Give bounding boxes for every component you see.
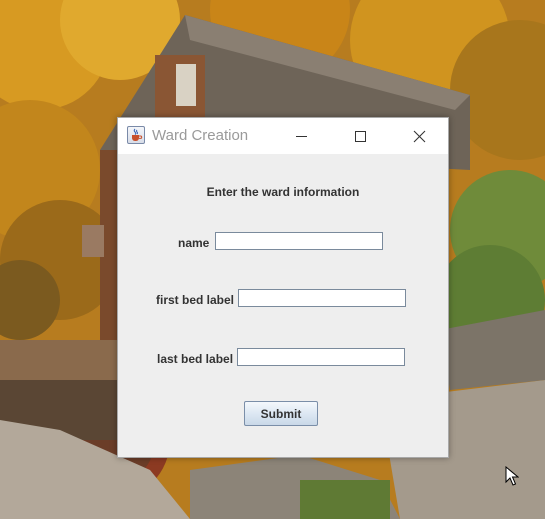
java-cup-icon — [127, 126, 145, 144]
mouse-cursor-icon — [505, 466, 519, 486]
form-heading: Enter the ward information — [206, 185, 360, 199]
last-bed-label-field[interactable] — [237, 348, 405, 366]
close-button[interactable] — [390, 118, 448, 154]
name-field[interactable] — [215, 232, 383, 250]
last-bed-label: last bed label — [157, 352, 234, 366]
minimize-button[interactable] — [272, 118, 330, 154]
ward-creation-window: Ward Creation Enter the ward information — [117, 117, 449, 458]
maximize-icon — [355, 131, 366, 142]
close-icon — [413, 130, 426, 143]
submit-button[interactable]: Submit — [244, 401, 318, 426]
minimize-icon — [296, 136, 307, 137]
title-bar[interactable]: Ward Creation — [118, 118, 448, 154]
first-bed-label: first bed label — [156, 293, 235, 307]
window-title: Ward Creation — [152, 127, 249, 144]
maximize-button[interactable] — [331, 118, 389, 154]
first-bed-label-field[interactable] — [238, 289, 406, 307]
form-panel: Enter the ward information name first be… — [118, 154, 448, 457]
desktop: Ward Creation Enter the ward information — [0, 0, 545, 519]
name-label: name — [178, 236, 210, 250]
